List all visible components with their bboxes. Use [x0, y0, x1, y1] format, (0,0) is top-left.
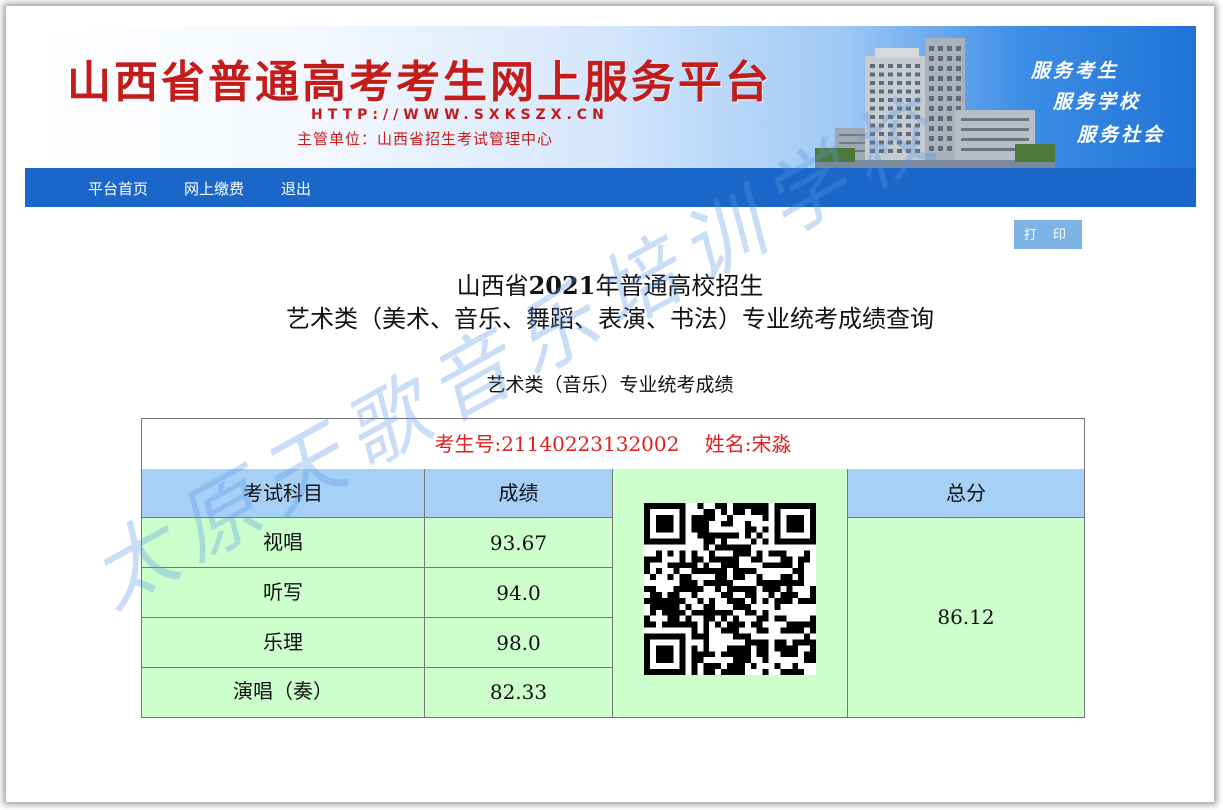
header-score: 成绩 — [425, 469, 613, 518]
section-subtitle: 艺术类（音乐）专业统考成绩 — [486, 374, 734, 396]
title-year: 2021 — [528, 271, 596, 300]
score-table: 考生号:21140223132002 姓名:宋淼 考试科目 成绩 总分 视唱 9… — [141, 418, 1085, 718]
site-organization: 主管单位：山西省招生考试管理中心 — [297, 130, 554, 148]
score-cell: 98.0 — [425, 618, 613, 668]
total-score: 86.12 — [848, 518, 1084, 717]
score-cell: 94.0 — [425, 568, 613, 618]
candidate-info: 考生号:21140223132002 姓名:宋淼 — [142, 419, 1084, 470]
subject-cell: 视唱 — [142, 518, 425, 568]
site-url: HTTP://WWW.SXKSZX.CN — [311, 107, 609, 123]
slogan-group: 服务考生 服务学校 服务社会 — [1025, 54, 1185, 154]
header-subject: 考试科目 — [142, 469, 425, 518]
subject-cell: 听写 — [142, 568, 425, 618]
title-prefix: 山西省 — [456, 272, 529, 300]
site-title: 山西省普通高考考生网上服务平台 — [67, 57, 772, 108]
slogan-2: 服务学校 — [1053, 91, 1142, 113]
subject-cell: 演唱（奏） — [142, 668, 425, 717]
site-banner: 山西省普通高考考生网上服务平台 HTTP://WWW.SXKSZX.CN 主管单… — [25, 26, 1196, 168]
nav-home[interactable]: 平台首页 — [88, 178, 148, 199]
slogan-3: 服务社会 — [1077, 124, 1166, 146]
subject-cell: 乐理 — [142, 618, 425, 668]
header-total: 总分 — [848, 469, 1084, 518]
building-illustration — [815, 38, 1055, 168]
qr-code — [644, 503, 816, 675]
page-title-line2: 艺术类（美术、音乐、舞蹈、表演、书法）专业统考成绩查询 — [286, 305, 934, 333]
page-frame: 山西省普通高考考生网上服务平台 HTTP://WWW.SXKSZX.CN 主管单… — [6, 6, 1214, 802]
main-nav: 平台首页 网上缴费 退出 — [25, 168, 1196, 207]
print-button[interactable]: 打 印 — [1014, 220, 1082, 249]
page-title-line1: 山西省2021年普通高校招生 — [6, 266, 1214, 301]
nav-online-payment[interactable]: 网上缴费 — [184, 178, 244, 199]
score-cell: 82.33 — [425, 668, 613, 717]
score-cell: 93.67 — [425, 518, 613, 568]
slogan-1: 服务考生 — [1031, 60, 1120, 82]
nav-logout[interactable]: 退出 — [281, 178, 311, 199]
title-suffix: 年普通高校招生 — [595, 272, 764, 300]
